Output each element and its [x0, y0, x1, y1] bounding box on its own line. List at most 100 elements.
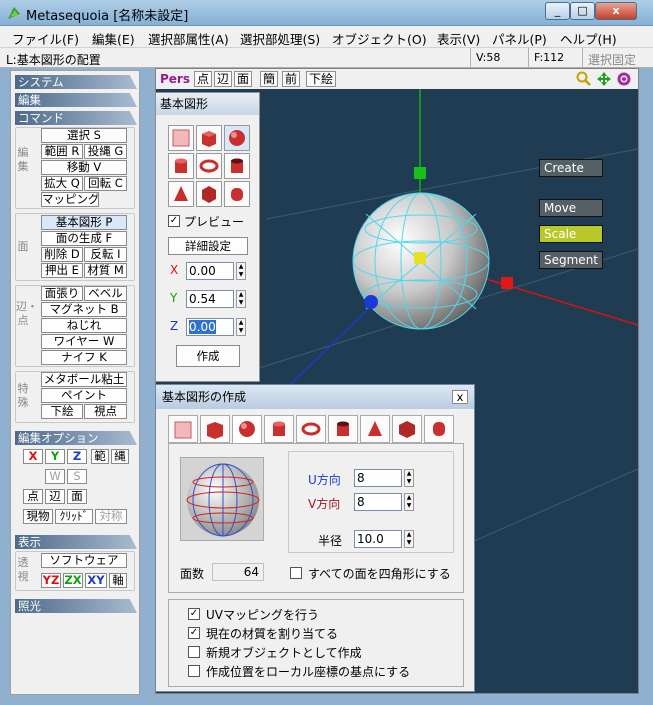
radius-input[interactable]: 10.0 [354, 530, 402, 548]
menu-selection-attr[interactable]: 選択部属性(A) [148, 29, 229, 48]
primitive-button[interactable]: 基本図形 P [41, 215, 127, 230]
selection-lock[interactable]: 選択固定 [588, 51, 636, 68]
grid-toggle[interactable]: ｸﾘｯﾄﾞ [55, 509, 93, 524]
menu-view[interactable]: 表示(V) [437, 29, 480, 48]
cylinder-shape-icon[interactable] [168, 153, 194, 179]
menu-edit[interactable]: 編集(E) [92, 29, 135, 48]
face-create-button[interactable]: 面の生成 F [41, 231, 127, 246]
menu-help[interactable]: ヘルプ(H) [560, 29, 617, 48]
viewpoint-button[interactable]: 視点 [84, 404, 127, 419]
y-spinner[interactable]: ▲ ▼ [236, 290, 246, 308]
section-display[interactable]: 表示 [15, 535, 137, 549]
capsule-shape-icon[interactable] [224, 181, 250, 207]
metaball-button[interactable]: メタボール粘土 [41, 372, 127, 387]
material-button[interactable]: 材質 M [84, 263, 127, 278]
pipe-shape-icon[interactable] [224, 153, 250, 179]
perspective-toggle[interactable]: Pers [160, 72, 190, 86]
all-quad-checkbox[interactable] [290, 567, 302, 579]
rotate-button[interactable]: 回転 C [84, 176, 127, 191]
move-button[interactable]: 移動 V [41, 160, 127, 175]
scale-button[interactable]: 拡大 Q [41, 176, 83, 191]
view-front-toggle[interactable]: 前 [282, 71, 300, 87]
local-origin-checkbox[interactable] [188, 665, 200, 677]
zoom-icon[interactable] [576, 71, 592, 87]
axis-toggle[interactable]: 軸 [109, 573, 127, 588]
tab-torus[interactable] [296, 415, 326, 443]
knife-button[interactable]: ナイフ K [41, 350, 127, 365]
tab-polyhedron[interactable] [392, 415, 422, 443]
sym-range-toggle[interactable]: 範 [91, 449, 109, 464]
new-object-checkbox[interactable] [188, 646, 200, 658]
section-lighting[interactable]: 照光 [15, 599, 137, 613]
delete-button[interactable]: 削除 D [41, 247, 83, 262]
wire-button[interactable]: ワイヤー W [41, 334, 127, 349]
tab-pipe[interactable] [328, 415, 358, 443]
menu-selection-process[interactable]: 選択部処理(S) [240, 29, 320, 48]
move-mode-button[interactable]: Move [539, 199, 603, 217]
magnet-button[interactable]: マグネット B [41, 302, 127, 317]
paint-button[interactable]: ペイント [41, 388, 127, 403]
u-direction-input[interactable]: 8 [354, 469, 402, 487]
x-spinner[interactable]: ▲ ▼ [236, 262, 246, 280]
point-toggle[interactable]: 点 [23, 489, 43, 504]
v-direction-input[interactable]: 8 [354, 493, 402, 511]
z-handle[interactable] [364, 295, 378, 309]
software-render-button[interactable]: ソフトウェア [41, 553, 127, 568]
create-mode-button[interactable]: Create [539, 159, 603, 177]
rotate-view-icon[interactable] [616, 71, 632, 87]
mapping-button[interactable]: マッピング [41, 192, 99, 207]
torus-shape-icon[interactable] [196, 153, 222, 179]
view-simple-toggle[interactable]: 簡 [260, 71, 278, 87]
v-direction-spinner[interactable]: ▲ ▼ [404, 493, 414, 511]
detail-settings-button[interactable]: 詳細設定 [168, 237, 248, 255]
maximize-button[interactable]: □ [570, 2, 595, 20]
view-edge-toggle[interactable]: 辺 [214, 71, 232, 87]
scale-mode-button[interactable]: Scale [539, 225, 603, 243]
bevel-button[interactable]: ベベル [84, 286, 127, 301]
dialog-close-button[interactable]: x [452, 390, 468, 404]
menu-panel[interactable]: パネル(P) [492, 29, 547, 48]
sym-lasso-toggle[interactable]: 縄 [111, 449, 129, 464]
menu-file[interactable]: ファイル(F) [12, 29, 79, 48]
axis-z-toggle[interactable]: Z [67, 449, 87, 464]
tab-cylinder[interactable] [264, 415, 294, 443]
twist-button[interactable]: ねじれ [41, 318, 127, 333]
pan-icon[interactable] [596, 71, 612, 87]
axis-x-toggle[interactable]: X [23, 449, 43, 464]
tab-cone[interactable] [360, 415, 390, 443]
invert-button[interactable]: 反転 I [84, 247, 127, 262]
section-system[interactable]: システム [15, 75, 137, 89]
lasso-button[interactable]: 投縄 G [84, 144, 127, 159]
plane-shape-icon[interactable] [168, 125, 194, 151]
segment-mode-button[interactable]: Segment [539, 251, 603, 269]
preview-checkbox[interactable]: ✓ [168, 215, 180, 227]
close-button[interactable]: x [595, 2, 637, 20]
view-zx-toggle[interactable]: ZX [63, 573, 83, 588]
tab-sphere[interactable] [232, 415, 262, 445]
z-spinner[interactable]: ▲ ▼ [236, 318, 246, 336]
axis-y-toggle[interactable]: Y [45, 449, 65, 464]
w-toggle[interactable]: W [45, 469, 65, 484]
range-button[interactable]: 範囲 R [41, 144, 83, 159]
uv-mapping-checkbox[interactable]: ✓ [188, 608, 200, 620]
symmetric-toggle[interactable]: 対称 [95, 509, 127, 524]
underlay-button[interactable]: 下絵 [41, 404, 83, 419]
face-toggle[interactable]: 面 [67, 489, 87, 504]
radius-spinner[interactable]: ▲ ▼ [404, 530, 414, 548]
section-command[interactable]: コマンド [15, 111, 137, 125]
sphere-shape-icon[interactable] [224, 125, 250, 151]
cone-shape-icon[interactable] [168, 181, 194, 207]
face-stretch-button[interactable]: 面張り [41, 286, 83, 301]
tab-cube[interactable] [200, 415, 230, 443]
section-edit-option[interactable]: 編集オプション [15, 431, 137, 445]
view-point-toggle[interactable]: 点 [194, 71, 212, 87]
tab-capsule[interactable] [424, 415, 454, 443]
current-toggle[interactable]: 現物 [23, 509, 53, 524]
select-button[interactable]: 選択 S [41, 128, 127, 143]
view-underlay-toggle[interactable]: 下絵 [306, 71, 336, 87]
s-toggle[interactable]: S [67, 469, 87, 484]
y-input[interactable]: 0.54 [186, 290, 234, 308]
y-handle[interactable] [414, 167, 426, 179]
minimize-button[interactable]: _ [545, 2, 570, 20]
polyhedron-shape-icon[interactable] [196, 181, 222, 207]
